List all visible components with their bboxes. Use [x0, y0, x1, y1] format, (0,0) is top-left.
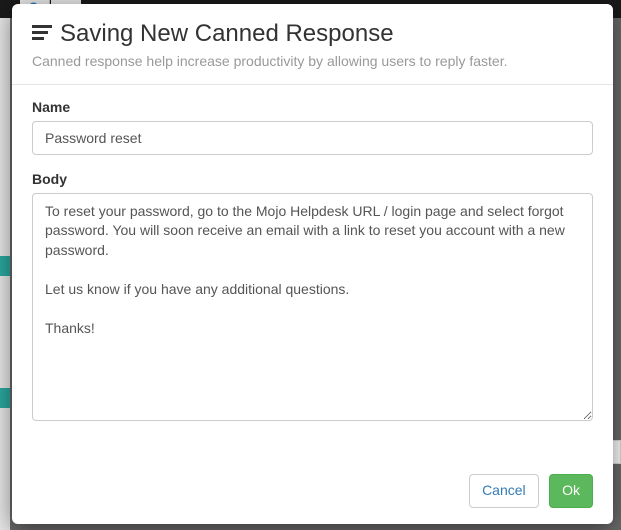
- modal-title-text: Saving New Canned Response: [60, 20, 394, 49]
- modal-subtitle: Canned response help increase productivi…: [32, 53, 593, 69]
- modal-title: Saving New Canned Response: [32, 20, 593, 49]
- background-sidebar: [0, 18, 10, 530]
- ok-button[interactable]: Ok: [549, 474, 593, 508]
- modal-body: Name Body: [12, 85, 613, 461]
- name-label: Name: [32, 99, 593, 115]
- body-label: Body: [32, 171, 593, 187]
- cancel-button[interactable]: Cancel: [469, 474, 539, 508]
- modal-header: Saving New Canned Response Canned respon…: [12, 4, 613, 85]
- canned-response-modal: Saving New Canned Response Canned respon…: [12, 4, 613, 524]
- sidebar-accent: [0, 388, 10, 408]
- modal-footer: Cancel Ok: [12, 460, 613, 524]
- list-icon: [32, 25, 52, 43]
- body-textarea[interactable]: [32, 193, 593, 421]
- name-input[interactable]: [32, 121, 593, 155]
- sidebar-accent: [0, 256, 10, 276]
